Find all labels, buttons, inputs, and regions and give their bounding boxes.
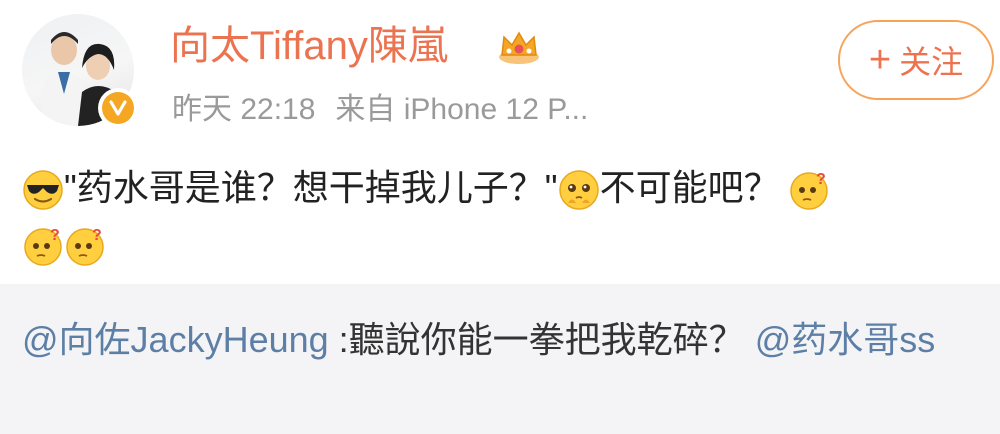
repost-block[interactable]: @向佐JackyHeung :聽說你能一拳把我乾碎？ @药水哥ss xyxy=(0,284,1000,434)
mention-link[interactable]: @药水哥ss xyxy=(755,319,936,360)
plus-icon: + xyxy=(868,39,892,81)
confused-question-emoji: ? xyxy=(788,169,830,211)
crown-icon xyxy=(497,27,541,67)
sunglasses-emoji xyxy=(22,169,64,211)
mention-link[interactable]: @向佐JackyHeung xyxy=(22,319,329,360)
post-meta: 昨天 22:18 来自 iPhone 12 P... xyxy=(172,90,588,130)
verified-v-icon xyxy=(102,92,134,124)
verified-badge xyxy=(98,88,138,128)
svg-text:?: ? xyxy=(816,171,826,188)
post-source[interactable]: 来自 iPhone 12 P... xyxy=(335,93,588,126)
post-text-quote: "药水哥是谁？想干掉我儿子？" xyxy=(64,167,558,208)
post-text-question: 不可能吧？ xyxy=(599,167,780,208)
svg-text:?: ? xyxy=(92,227,102,244)
confused-question-emoji: ? xyxy=(64,225,106,267)
svg-text:?: ? xyxy=(50,227,60,244)
repost-text: @向佐JackyHeung :聽說你能一拳把我乾碎？ @药水哥ss xyxy=(22,314,982,366)
post-time: 昨天 22:18 xyxy=(172,93,316,126)
follow-button[interactable]: + 关注 xyxy=(838,20,994,100)
username[interactable]: 向太Tiffany陳嵐 xyxy=(170,20,448,72)
follow-label: 关注 xyxy=(899,44,964,80)
pleading-emoji xyxy=(558,169,600,211)
post-content: "药水哥是谁？想干掉我儿子？" 不可能吧？ ? ? ? xyxy=(22,160,982,272)
repost-body: :聽說你能一拳把我乾碎？ xyxy=(328,319,745,360)
confused-question-emoji: ? xyxy=(22,225,64,267)
